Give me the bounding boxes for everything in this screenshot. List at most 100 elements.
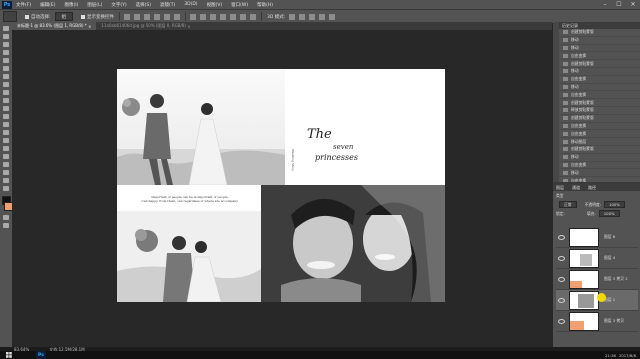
align-right-icon[interactable]	[174, 13, 181, 20]
path-select-tool-icon[interactable]	[3, 154, 9, 159]
layer-row[interactable]: 图层 3 拷贝 2	[556, 269, 638, 290]
visibility-eye-icon[interactable]	[558, 318, 565, 324]
visibility-eye-icon[interactable]	[558, 276, 565, 282]
history-item[interactable]: 自由变换	[559, 52, 640, 61]
3d-rotate-icon[interactable]	[289, 13, 296, 20]
brush-tool-icon[interactable]	[3, 82, 9, 87]
clone-stamp-tool-icon[interactable]	[3, 90, 9, 95]
close-button[interactable]: ✕	[626, 0, 640, 9]
menu-image[interactable]: 图像(I)	[64, 2, 78, 8]
pen-tool-icon[interactable]	[3, 138, 9, 143]
history-panel-header[interactable]: 历史记录	[559, 22, 640, 29]
eyedropper-tool-icon[interactable]	[3, 66, 9, 71]
maximize-button[interactable]: ☐	[612, 0, 626, 9]
history-item[interactable]: 移动	[559, 45, 640, 53]
history-item[interactable]: 移动	[559, 37, 640, 45]
distribute-left-icon[interactable]	[220, 13, 227, 20]
menu-file[interactable]: 文件(F)	[16, 2, 31, 8]
eraser-tool-icon[interactable]	[3, 106, 9, 111]
quick-mask-icon[interactable]	[3, 215, 9, 220]
document-canvas[interactable]: The seven princesses Wedding Story Impor…	[117, 69, 445, 302]
layer-row[interactable]: 图层 6	[556, 227, 638, 248]
3d-scale-icon[interactable]	[329, 13, 336, 20]
tab-channels[interactable]: 通道	[572, 185, 580, 191]
auto-select-dropdown[interactable]: 组	[54, 12, 74, 21]
blur-tool-icon[interactable]	[3, 122, 9, 127]
tab-close-icon[interactable]: ×	[187, 24, 190, 29]
move-tool-preset-icon[interactable]	[3, 11, 17, 22]
crop-tool-icon[interactable]	[3, 58, 9, 63]
distribute-right-icon[interactable]	[240, 13, 247, 20]
show-transform-checkbox[interactable]	[81, 14, 86, 19]
blend-mode-dropdown[interactable]: 正常	[559, 201, 577, 208]
history-item[interactable]: 释放剪贴蒙版	[559, 107, 640, 115]
gradient-tool-icon[interactable]	[3, 114, 9, 119]
layer-row[interactable]: 图层 3 拷贝	[556, 311, 638, 332]
menu-layer[interactable]: 图层(L)	[87, 2, 102, 8]
visibility-eye-icon[interactable]	[558, 234, 565, 240]
history-item[interactable]: 创建剪贴蒙版	[559, 146, 640, 154]
zoom-tool-icon[interactable]	[3, 178, 9, 183]
distribute-hcenter-icon[interactable]	[230, 13, 237, 20]
photoshop-taskbar-icon[interactable]: Ps	[36, 351, 46, 359]
align-vcenter-icon[interactable]	[134, 13, 141, 20]
kind-filter-label[interactable]: 类型	[556, 193, 564, 199]
visibility-eye-icon[interactable]	[558, 255, 565, 261]
tab-document-2[interactable]: 11a0ab61406d.jpg @ 50% (图层 0, RGB/8) ×	[96, 22, 195, 30]
history-item[interactable]: 移动图层	[559, 138, 640, 146]
auto-align-icon[interactable]	[250, 13, 257, 20]
menu-type[interactable]: 文字(Y)	[111, 2, 126, 8]
history-item[interactable]: 移动	[559, 169, 640, 178]
history-item[interactable]: 移动	[559, 154, 640, 162]
menu-help[interactable]: 帮助(H)	[257, 2, 273, 8]
distribute-top-icon[interactable]	[190, 13, 197, 20]
layer-row[interactable]: 图层 4	[556, 248, 638, 269]
menu-window[interactable]: 窗口(W)	[231, 2, 248, 8]
history-item[interactable]: 自由变换	[559, 123, 640, 131]
align-bottom-icon[interactable]	[144, 13, 151, 20]
history-item[interactable]: 自由变换	[559, 91, 640, 100]
tab-document-1[interactable]: 未标题-1 @ 83.6% (图层 1, RGB/8) * ×	[12, 22, 97, 30]
lasso-tool-icon[interactable]	[3, 42, 9, 47]
3d-drag-icon[interactable]	[309, 13, 316, 20]
align-left-icon[interactable]	[154, 13, 161, 20]
menu-edit[interactable]: 编辑(E)	[40, 2, 55, 8]
menu-3d[interactable]: 3D(D)	[184, 2, 197, 7]
history-item[interactable]: 创建剪贴蒙版	[559, 60, 640, 68]
3d-roll-icon[interactable]	[299, 13, 306, 20]
tab-paths[interactable]: 路径	[588, 185, 596, 191]
history-item[interactable]: 自由变换	[559, 162, 640, 170]
distribute-bottom-icon[interactable]	[210, 13, 217, 20]
fill-input[interactable]: 100%	[598, 210, 620, 217]
edit-toolbar-icon[interactable]	[3, 186, 9, 191]
tab-close-icon[interactable]: ×	[88, 24, 91, 29]
history-item[interactable]: 创建剪贴蒙版	[559, 99, 640, 107]
dodge-tool-icon[interactable]	[3, 130, 9, 135]
healing-brush-tool-icon[interactable]	[3, 74, 9, 79]
windows-start-icon[interactable]	[6, 352, 12, 358]
align-top-icon[interactable]	[124, 13, 131, 20]
history-item[interactable]: 移动	[559, 68, 640, 76]
history-item[interactable]: 创建剪贴蒙版	[559, 29, 640, 37]
opacity-input[interactable]: 100%	[604, 201, 625, 208]
menu-filter[interactable]: 滤镜(T)	[160, 2, 175, 8]
history-item[interactable]: 自由变换	[559, 76, 640, 84]
history-item[interactable]: 移动	[559, 84, 640, 92]
shape-tool-icon[interactable]	[3, 162, 9, 167]
marquee-tool-icon[interactable]	[3, 34, 9, 39]
history-brush-tool-icon[interactable]	[3, 98, 9, 103]
layer-row-selected[interactable]: 图层 1	[556, 290, 638, 311]
distribute-vcenter-icon[interactable]	[200, 13, 207, 20]
history-item[interactable]: 自由变换	[559, 130, 640, 139]
move-tool-icon[interactable]	[3, 26, 9, 31]
tab-layers[interactable]: 图层	[556, 185, 564, 191]
menu-view[interactable]: 视图(V)	[207, 2, 223, 8]
minimize-button[interactable]: –	[598, 0, 612, 9]
3d-slide-icon[interactable]	[319, 13, 326, 20]
type-tool-icon[interactable]	[3, 146, 9, 151]
align-hcenter-icon[interactable]	[164, 13, 171, 20]
hand-tool-icon[interactable]	[3, 170, 9, 175]
quick-select-tool-icon[interactable]	[3, 50, 9, 55]
menu-select[interactable]: 选择(S)	[136, 2, 151, 8]
screen-mode-icon[interactable]	[3, 223, 9, 228]
